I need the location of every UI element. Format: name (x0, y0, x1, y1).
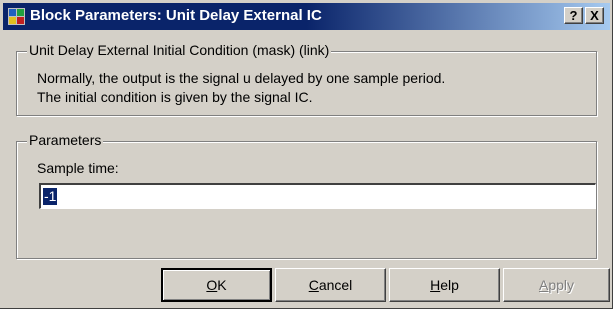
sample-time-value: -1 (43, 188, 58, 205)
ok-button-label: OK (206, 277, 227, 293)
description-group-legend: Unit Delay External Initial Condition (m… (27, 42, 332, 58)
question-icon: ? (569, 8, 578, 23)
title-bar[interactable]: Block Parameters: Unit Delay External IC… (3, 3, 610, 30)
close-title-button[interactable]: X (585, 7, 604, 24)
help-button-label: Help (430, 277, 459, 293)
sample-time-label: Sample time: (37, 160, 119, 176)
parameters-group-legend: Parameters (27, 132, 104, 148)
description-line-2: The initial condition is given by the si… (37, 89, 313, 105)
cancel-button[interactable]: Cancel (275, 268, 386, 302)
cancel-button-label: Cancel (308, 277, 353, 293)
ok-button[interactable]: OK (161, 268, 272, 302)
window-title: Block Parameters: Unit Delay External IC (30, 7, 322, 24)
sample-time-input[interactable]: -1 (39, 183, 596, 209)
help-title-button[interactable]: ? (564, 7, 583, 24)
simulink-block-icon (8, 8, 25, 25)
block-parameters-dialog: Block Parameters: Unit Delay External IC… (0, 0, 613, 309)
description-line-1: Normally, the output is the signal u del… (37, 70, 446, 86)
close-icon: X (590, 8, 599, 23)
apply-button[interactable]: Apply (503, 268, 610, 302)
help-button[interactable]: Help (389, 268, 500, 302)
apply-button-label: Apply (538, 277, 575, 293)
